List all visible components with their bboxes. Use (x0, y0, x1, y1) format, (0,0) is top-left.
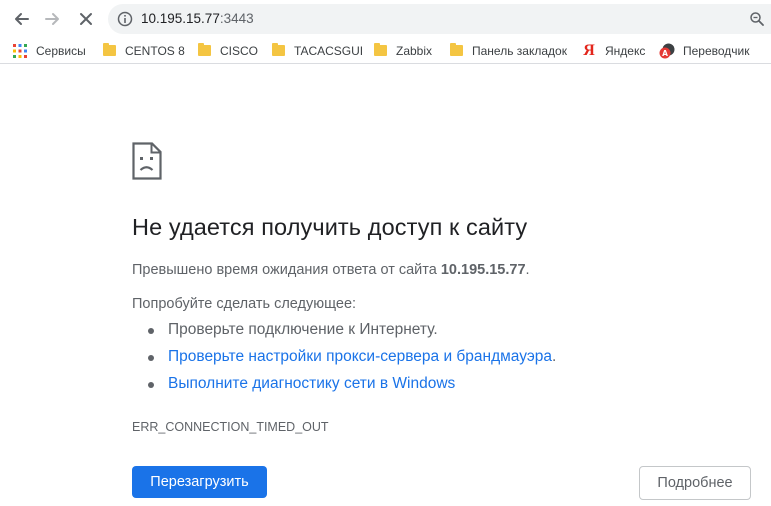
apps-grid-icon (12, 43, 28, 59)
error-description-prefix: Превышено время ожидания ответа от сайта (132, 262, 441, 278)
error-description-suffix: . (525, 262, 530, 278)
close-icon (80, 13, 92, 25)
back-arrow-icon (15, 13, 29, 25)
zoom-icon[interactable] (749, 11, 765, 27)
svg-text:A: A (662, 49, 668, 58)
error-description: Превышено время ожидания ответа от сайта… (132, 262, 530, 278)
bookmark-label: TACACSGUI (294, 43, 364, 58)
bookmark-centos8[interactable]: CENTOS 8 (101, 42, 185, 59)
bookmark-translator[interactable]: A Переводчик (659, 42, 750, 59)
bookmark-label: Яндекс (605, 43, 646, 58)
error-host: 10.195.15.77 (440, 262, 526, 278)
bookmark-label: Панель закладок (472, 43, 567, 58)
bookmark-tacacsgui[interactable]: TACACSGUI (270, 42, 363, 59)
bookmark-label: Переводчик (683, 43, 750, 58)
bookmark-cisco[interactable]: CISCO (196, 42, 258, 59)
bullet-icon (148, 355, 154, 361)
folder-icon (270, 43, 286, 59)
translator-icon: A (659, 43, 675, 59)
url-port: :3443 (219, 11, 254, 26)
suggestion-text: Проверьте подключение к Интернету. (168, 321, 438, 338)
folder-icon (448, 43, 464, 59)
reload-button[interactable]: Перезагрузить (132, 466, 267, 498)
suggestions-heading: Попробуйте сделать следующее: (132, 296, 357, 312)
network-diagnostics-link[interactable]: Выполните диагностику сети в Windows (168, 375, 455, 392)
folder-icon (372, 43, 388, 59)
browser-toolbar: 10.195.15.77:3443 (0, 0, 771, 37)
details-button[interactable]: Подробнее (639, 466, 751, 500)
bookmark-apps[interactable]: Сервисы (12, 42, 86, 59)
url-host: 10.195.15.77 (141, 11, 220, 26)
info-icon[interactable] (117, 11, 133, 27)
folder-icon (101, 43, 117, 59)
back-button[interactable] (8, 6, 34, 32)
bullet-icon (148, 382, 154, 388)
suggestion-tail: . (551, 348, 557, 365)
yandex-icon: Я (583, 41, 595, 59)
bookmark-label: CISCO (220, 43, 259, 58)
bookmark-zabbix[interactable]: Zabbix (372, 42, 432, 59)
folder-icon (196, 43, 212, 59)
sad-page-icon (132, 142, 162, 180)
error-code: ERR_CONNECTION_TIMED_OUT (132, 420, 329, 434)
bullet-icon (148, 328, 154, 334)
bookmark-label: CENTOS 8 (125, 43, 185, 58)
forward-arrow-icon (45, 13, 59, 25)
forward-button[interactable] (40, 6, 66, 32)
proxy-settings-link[interactable]: Проверьте настройки прокси-сервера и бра… (168, 348, 552, 365)
bookmark-label: Сервисы (36, 43, 86, 58)
bookmark-yandex[interactable]: Я Яндекс (581, 42, 645, 59)
bookmark-bookmarks-panel[interactable]: Панель закладок (448, 42, 567, 59)
url-text[interactable]: 10.195.15.77:3443 (141, 11, 254, 27)
stop-button[interactable] (73, 6, 99, 32)
error-title: Не удается получить доступ к сайту (132, 214, 528, 240)
address-bar[interactable]: 10.195.15.77:3443 (108, 4, 771, 34)
bookmark-label: Zabbix (396, 43, 433, 58)
bookmarks-bar: Сервисы CENTOS 8 CISCO TACACSGUI Zabbix … (0, 37, 771, 64)
